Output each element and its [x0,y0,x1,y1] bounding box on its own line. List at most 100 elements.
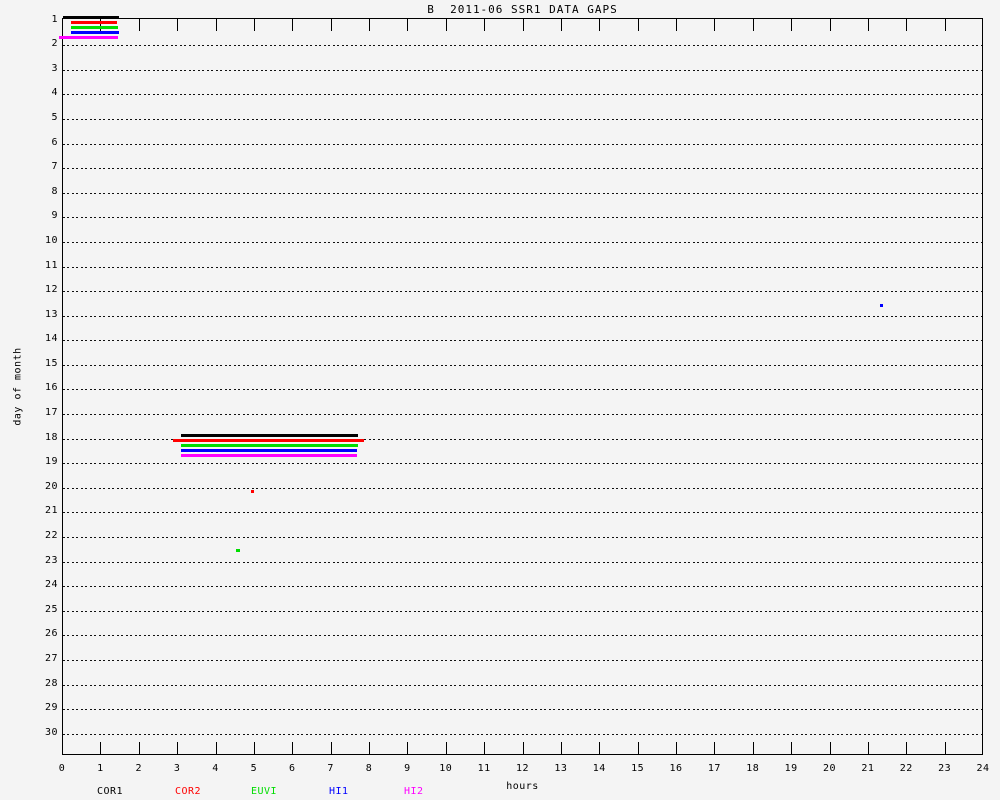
hour-tick-top-16 [676,19,677,31]
hour-tick-top-3 [177,19,178,31]
hour-label-24: 24 [968,764,999,774]
hour-tick-bottom-21 [868,742,869,754]
hour-tick-top-13 [561,19,562,31]
hour-tick-top-21 [868,19,869,31]
gap-bar-euvi [236,549,241,552]
hour-label-23: 23 [929,764,960,774]
day-label-7: 7 [28,162,58,172]
hour-tick-bottom-8 [369,742,370,754]
day-label-23: 23 [28,556,58,566]
gridline-day-30 [63,734,982,735]
hour-tick-bottom-2 [139,742,140,754]
gap-bar-hi1 [880,304,883,307]
hour-label-16: 16 [661,764,692,774]
hour-tick-top-19 [791,19,792,31]
gridline-day-21 [63,512,982,513]
gap-bar-cor1 [181,434,358,437]
gridline-day-19 [63,463,982,464]
hour-tick-bottom-1 [100,742,101,754]
hour-label-10: 10 [430,764,461,774]
hour-label-18: 18 [737,764,768,774]
gap-bar-euvi [71,26,118,29]
hour-label-21: 21 [852,764,883,774]
gridline-day-4 [63,94,982,95]
legend: COR1 COR2 EUVI HI1 HI2 [0,786,1000,798]
hour-tick-top-23 [945,19,946,31]
hour-tick-top-20 [830,19,831,31]
day-label-29: 29 [28,703,58,713]
gridline-day-5 [63,119,982,120]
hour-tick-top-7 [331,19,332,31]
day-label-19: 19 [28,457,58,467]
gridline-day-23 [63,562,982,563]
gridline-day-24 [63,586,982,587]
gridline-day-26 [63,635,982,636]
plot-area [62,18,983,755]
hour-label-22: 22 [891,764,922,774]
day-label-21: 21 [28,506,58,516]
day-label-6: 6 [28,138,58,148]
gridline-day-17 [63,414,982,415]
hour-tick-top-6 [292,19,293,31]
data-gaps-chart: B 2011-06 SSR1 DATA GAPS day of month 12… [0,0,1000,800]
hour-tick-bottom-23 [945,742,946,754]
gap-bar-cor2 [173,439,364,442]
day-label-5: 5 [28,113,58,123]
hour-label-6: 6 [277,764,308,774]
hour-tick-bottom-14 [599,742,600,754]
gridline-day-28 [63,685,982,686]
day-label-9: 9 [28,211,58,221]
day-label-27: 27 [28,654,58,664]
gridline-day-22 [63,537,982,538]
gap-bar-hi1 [71,31,119,34]
hour-tick-top-5 [254,19,255,31]
day-label-26: 26 [28,629,58,639]
gridline-day-29 [63,709,982,710]
gap-bar-cor2 [251,490,254,493]
day-label-8: 8 [28,187,58,197]
day-label-13: 13 [28,310,58,320]
hour-tick-bottom-22 [906,742,907,754]
hour-label-5: 5 [238,764,269,774]
gridline-day-11 [63,267,982,268]
day-label-22: 22 [28,531,58,541]
legend-item-hi2: HI2 [404,786,424,797]
legend-item-euvi: EUVI [251,786,277,797]
hour-label-20: 20 [814,764,845,774]
hour-tick-bottom-7 [331,742,332,754]
hour-tick-top-15 [638,19,639,31]
gridline-day-8 [63,193,982,194]
hour-label-7: 7 [315,764,346,774]
hour-tick-top-4 [216,19,217,31]
hour-label-17: 17 [699,764,730,774]
hour-label-12: 12 [507,764,538,774]
gridline-day-25 [63,611,982,612]
gap-bar-cor1 [63,16,119,19]
day-label-28: 28 [28,679,58,689]
hour-tick-bottom-13 [561,742,562,754]
hour-label-4: 4 [200,764,231,774]
day-label-10: 10 [28,236,58,246]
hour-tick-bottom-9 [407,742,408,754]
gridline-day-16 [63,389,982,390]
day-label-14: 14 [28,334,58,344]
hour-tick-bottom-5 [254,742,255,754]
gap-bar-euvi [181,444,359,447]
day-label-12: 12 [28,285,58,295]
gridline-day-13 [63,316,982,317]
hour-label-13: 13 [545,764,576,774]
chart-title: B 2011-06 SSR1 DATA GAPS [62,3,983,16]
day-label-2: 2 [28,39,58,49]
hour-tick-bottom-11 [484,742,485,754]
hour-tick-bottom-19 [791,742,792,754]
day-label-20: 20 [28,482,58,492]
hour-tick-top-11 [484,19,485,31]
day-label-30: 30 [28,728,58,738]
day-label-25: 25 [28,605,58,615]
hour-label-0: 0 [47,764,78,774]
day-label-15: 15 [28,359,58,369]
hour-tick-top-22 [906,19,907,31]
gap-bar-cor2 [71,21,117,24]
gap-bar-hi2 [59,36,118,39]
hour-label-9: 9 [392,764,423,774]
